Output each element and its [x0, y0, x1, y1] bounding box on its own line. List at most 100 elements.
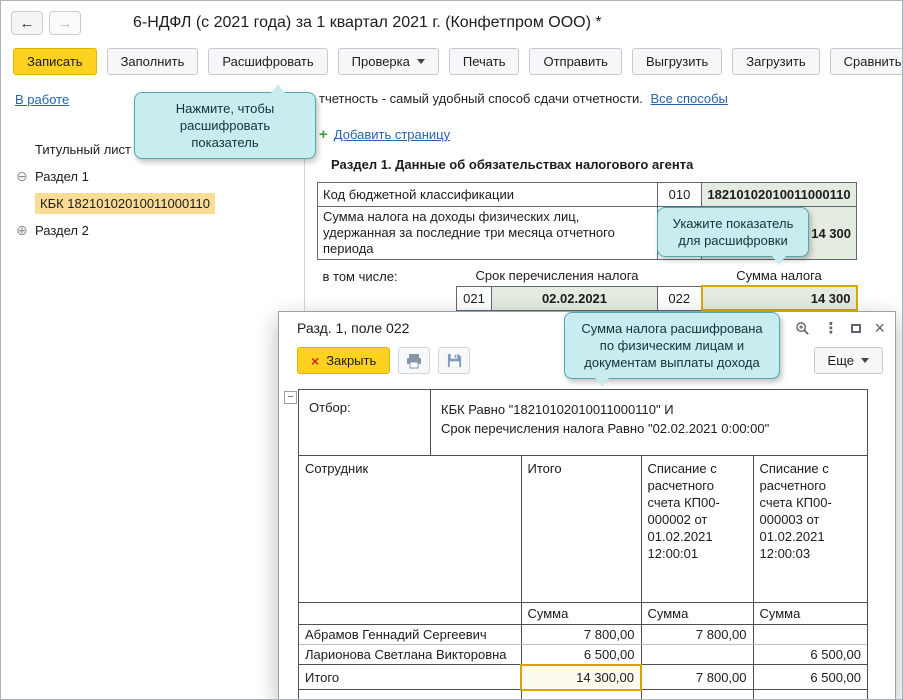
- line021-date-cell[interactable]: 02.02.2021: [491, 285, 658, 311]
- popup-close-button[interactable]: × Закрыть: [297, 347, 391, 374]
- doc2-amount: [752, 624, 867, 645]
- doc1-amount: 7 800,00: [640, 624, 753, 645]
- tree-item-label-selected: КБК 18210102010011000110: [35, 193, 215, 214]
- compare-button[interactable]: Сравнить: [829, 48, 902, 75]
- tree-item-label: Титульный лист: [35, 142, 132, 157]
- col-header-doc1: Списание с расчетного счета КП00-000002 …: [640, 456, 753, 603]
- forward-arrow-icon: →: [57, 14, 73, 32]
- decode-hint-callout: Нажмите, чтобы расшифровать показатель: [134, 84, 316, 159]
- subheader-sum: Сумма: [752, 602, 867, 625]
- spacer-cell: [752, 689, 867, 699]
- tree-item-label: Раздел 1: [35, 169, 89, 184]
- print-button[interactable]: Печать: [448, 48, 520, 75]
- total-amount: 6 500,00: [520, 644, 641, 665]
- print-icon-button[interactable]: [398, 347, 431, 374]
- filter-line-1: КБК Равно "18210102010011000110" И: [441, 402, 674, 417]
- tree-item-label: Раздел 2: [35, 223, 89, 238]
- doc2-total: 6 500,00: [752, 664, 867, 690]
- employee-name: Абрамов Геннадий Сергеевич: [299, 624, 521, 645]
- fill-button[interactable]: Заполнить: [106, 48, 199, 75]
- line021-code: 021: [456, 285, 492, 311]
- titlebar: ← → 6-НДФЛ (с 2021 года) за 1 квартал 20…: [1, 1, 902, 45]
- app-window: ← → 6-НДФЛ (с 2021 года) за 1 квартал 20…: [0, 0, 903, 700]
- kbk-line-code: 010: [657, 182, 702, 207]
- kbk-label: Код бюджетной классификации: [317, 182, 658, 207]
- spacer-cell: [299, 690, 521, 700]
- section1-title: Раздел 1. Данные об обязательствах налог…: [331, 157, 694, 172]
- tree-item-kbk[interactable]: КБК 18210102010011000110: [1, 190, 304, 217]
- close-icon[interactable]: ×: [874, 319, 885, 337]
- promo-text: тчетность - самый удобный способ сдачи о…: [319, 91, 728, 106]
- total-row[interactable]: Итого 14 300,00 7 800,00 6 500,00: [299, 663, 867, 691]
- spacer-cell: [299, 602, 521, 625]
- expand-node-icon[interactable]: ⊕: [16, 222, 28, 239]
- filter-line-2: Срок перечисления налога Равно "02.02.20…: [441, 421, 770, 436]
- add-page-link[interactable]: + Добавить страницу: [319, 126, 450, 143]
- promo-message: тчетность - самый удобный способ сдачи о…: [319, 91, 643, 106]
- export-button[interactable]: Выгрузить: [631, 48, 723, 75]
- printer-icon: [407, 353, 422, 368]
- cell-hint-callout: Укажите показатель для расшифровки: [657, 207, 809, 265]
- popup-window-controls: ⋮ ×: [795, 319, 885, 337]
- doc1-total: 7 800,00: [640, 664, 753, 690]
- back-arrow-icon: ←: [19, 14, 35, 32]
- kbk-value-cell[interactable]: 18210102010011000110: [701, 182, 857, 207]
- popup-body: − Отбор: КБК Равно "18210102010011000110…: [279, 381, 895, 700]
- line022-code: 022: [657, 285, 702, 311]
- chevron-down-icon: [861, 358, 869, 363]
- grand-total-cell[interactable]: 14 300,00: [520, 663, 642, 691]
- tree-item-section1[interactable]: ⊖ Раздел 1: [1, 163, 304, 190]
- sections-tree: Титульный лист ⊖ Раздел 1 КБК 1821010201…: [1, 112, 305, 699]
- send-button[interactable]: Отправить: [529, 48, 622, 75]
- chevron-down-icon: [416, 59, 425, 64]
- spacer-cell: [520, 689, 641, 699]
- save-button[interactable]: Записать: [13, 48, 97, 75]
- line022-value-cell[interactable]: 14 300: [700, 285, 858, 311]
- doc1-amount: [640, 644, 753, 665]
- maximize-glyph: [851, 323, 862, 333]
- add-icon: +: [319, 126, 328, 143]
- more-button[interactable]: Еще: [813, 347, 883, 374]
- check-button[interactable]: Проверка: [337, 48, 439, 75]
- popup-close-label: Закрыть: [326, 353, 377, 368]
- import-button[interactable]: Загрузить: [732, 48, 820, 75]
- total-amount: 7 800,00: [520, 624, 641, 645]
- col-header-doc2: Списание с расчетного счета КП00-000003 …: [752, 456, 867, 603]
- spacer-cell: [640, 689, 753, 699]
- spacer-cell: [318, 286, 457, 310]
- doc2-amount: 6 500,00: [752, 644, 867, 665]
- withheld-label: Сумма налога на доходы физических лиц, у…: [317, 206, 658, 260]
- collapse-node-icon[interactable]: ⊖: [16, 168, 28, 185]
- decode-button[interactable]: Расшифровать: [208, 48, 328, 75]
- subheader-sum: Сумма: [520, 602, 641, 625]
- filter-value: КБК Равно "18210102010011000110" И Срок …: [431, 390, 777, 455]
- employee-name: Ларионова Светлана Викторовна: [299, 644, 521, 665]
- add-page-link-label: Добавить страницу: [333, 127, 451, 142]
- deadline-header: Срок перечисления налога: [475, 268, 639, 284]
- table-row[interactable]: Ларионова Светлана Викторовна 6 500,00 6…: [299, 644, 867, 665]
- save-file-icon-button[interactable]: [438, 347, 471, 374]
- back-button[interactable]: ←: [11, 11, 43, 35]
- table-row[interactable]: Абрамов Геннадий Сергеевич 7 800,00 7 80…: [299, 624, 867, 645]
- search-icon[interactable]: [795, 320, 810, 336]
- filter-section: Отбор: КБК Равно "18210102010011000110" …: [299, 390, 867, 456]
- empty-filler-row: [299, 689, 867, 700]
- col-header-employee: Сотрудник: [299, 456, 521, 603]
- maximize-icon[interactable]: [851, 320, 862, 336]
- more-button-label: Еще: [827, 353, 854, 368]
- status-link[interactable]: В работе: [15, 92, 69, 107]
- decode-sheet: Отбор: КБК Равно "18210102010011000110" …: [298, 389, 868, 700]
- forward-button[interactable]: →: [49, 11, 81, 35]
- popup-title: Разд. 1, поле 022: [297, 320, 410, 336]
- spacer-cell: [658, 260, 702, 287]
- check-button-label: Проверка: [351, 54, 410, 69]
- col-header-total: Итого: [520, 456, 641, 603]
- page-title: 6-НДФЛ (с 2021 года) за 1 квартал 2021 г…: [133, 14, 602, 31]
- decode-table: Сотрудник Итого Списание с расчетного сч…: [299, 456, 867, 700]
- group-collapse-icon[interactable]: −: [284, 391, 297, 404]
- promo-all-ways-link[interactable]: Все способы: [650, 91, 727, 106]
- close-x-icon: ×: [311, 352, 320, 369]
- more-menu-icon[interactable]: ⋮: [823, 320, 838, 337]
- tree-item-section2[interactable]: ⊕ Раздел 2: [1, 217, 304, 244]
- popup-hint-callout: Сумма налога расшифрована по физическим …: [564, 312, 780, 387]
